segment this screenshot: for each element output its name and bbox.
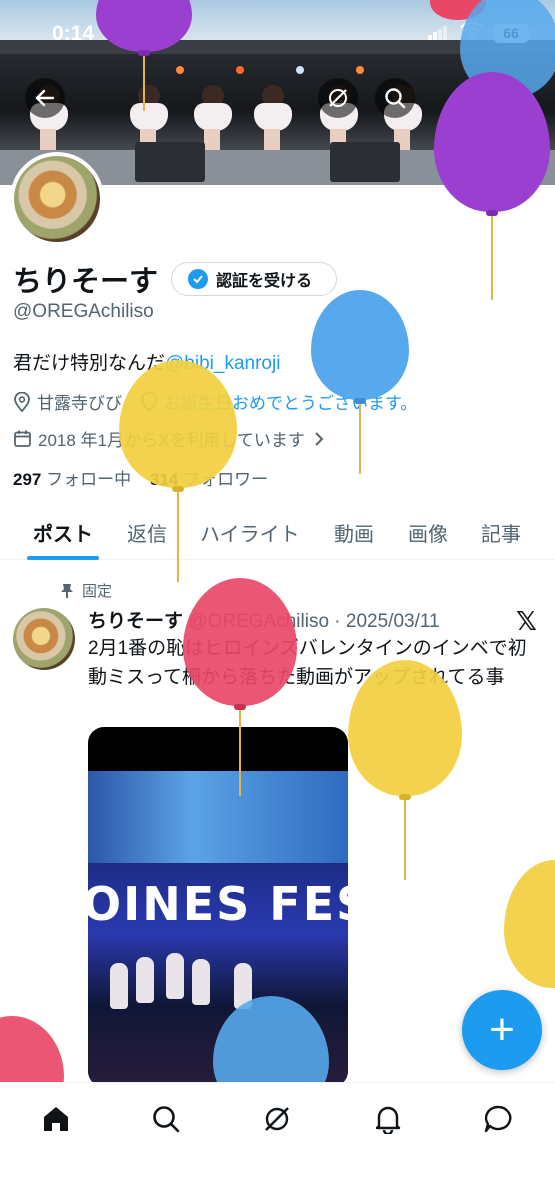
tab-videos[interactable]: 動画 (334, 518, 374, 547)
performer (136, 957, 154, 1003)
nav-grok[interactable] (261, 1103, 293, 1135)
stage-light (356, 66, 364, 74)
search-icon (385, 88, 406, 109)
grok-icon (265, 1107, 289, 1131)
calendar-icon (14, 430, 31, 447)
profile-avatar[interactable] (10, 152, 104, 246)
back-arrow-icon (35, 89, 55, 107)
grok-icon (329, 89, 347, 107)
nav-home[interactable] (40, 1103, 72, 1135)
post-author-avatar[interactable] (13, 608, 75, 670)
banner-search-button[interactable] (375, 78, 415, 118)
stage-light (296, 66, 304, 74)
speaker (330, 142, 400, 182)
active-tab-indicator (27, 556, 99, 560)
video-banner-text: OINES FES (88, 877, 348, 931)
home-icon (44, 1107, 68, 1131)
balloon-decoration (96, 0, 192, 120)
profile-tabs: ポスト 返信 ハイライト 動画 画像 記事 (0, 500, 555, 560)
balloon-decoration (183, 578, 297, 798)
stage-light (236, 66, 244, 74)
balloon-decoration (213, 996, 329, 1116)
search-icon (153, 1106, 180, 1133)
verify-button-label: 認証を受ける (216, 273, 313, 290)
performer (166, 953, 184, 999)
pinned-indicator: 固定 (60, 580, 112, 601)
balloon-decoration (119, 360, 237, 585)
performer (192, 959, 210, 1005)
bell-icon (375, 1106, 401, 1134)
nav-messages[interactable] (482, 1103, 514, 1135)
back-button[interactable] (25, 78, 65, 118)
location-pin-icon (14, 391, 30, 412)
profile-location: 甘露寺びび (37, 394, 122, 413)
profile-name: ちりそーす (13, 266, 159, 298)
nav-notifications[interactable] (372, 1103, 404, 1135)
post-author-name[interactable]: ちりそーす (88, 611, 183, 632)
x-logo-icon: 𝕏 (516, 606, 537, 636)
compose-post-button[interactable]: + (462, 990, 542, 1070)
balloon-decoration (311, 290, 409, 485)
grok-button[interactable] (318, 78, 358, 118)
profile-handle: @OREGAchiliso (13, 301, 154, 322)
status-time: 0:14 (52, 22, 95, 45)
performer (252, 85, 292, 155)
message-icon (484, 1105, 512, 1133)
balloon-decoration (434, 72, 552, 302)
plus-icon: + (489, 1005, 515, 1054)
performer (110, 963, 128, 1009)
tab-images[interactable]: 画像 (408, 518, 448, 547)
speaker (135, 142, 205, 182)
tab-posts[interactable]: ポスト (33, 518, 93, 547)
following-count[interactable]: 297 (13, 470, 41, 489)
balloon-decoration (504, 860, 555, 990)
tab-articles[interactable]: 記事 (481, 518, 521, 547)
nav-search[interactable] (150, 1103, 182, 1135)
pin-icon (61, 583, 73, 598)
post-text: 2月1番の恥はヒロインズバレンタインのインベで初動ミスって柵から落ちた動画がアッ… (88, 638, 527, 688)
pinned-label: 固定 (82, 583, 113, 600)
bottom-navigation (0, 1082, 555, 1200)
balloon-decoration (0, 1016, 64, 1126)
verified-badge-icon (188, 269, 208, 289)
balloon-decoration (348, 660, 462, 885)
